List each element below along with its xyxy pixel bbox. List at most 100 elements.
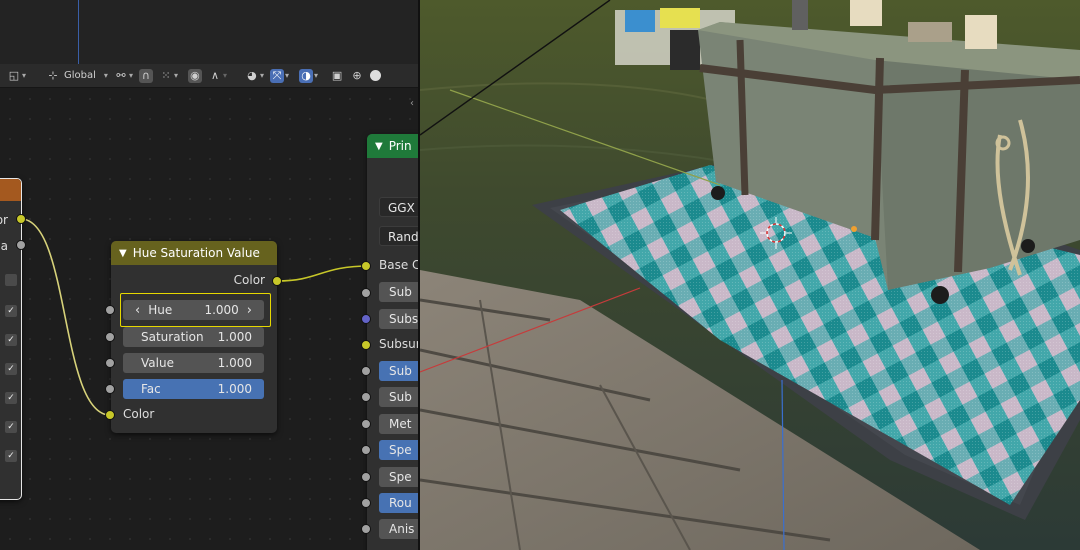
xray-icon: ▣	[331, 68, 343, 82]
subsurface-radius-input-socket[interactable]	[361, 314, 371, 324]
texture-alpha-output-socket[interactable]	[16, 240, 26, 250]
node-title: Hue Saturation Value	[132, 246, 260, 260]
subsurface-ior-field[interactable]: Sub	[379, 361, 418, 381]
roughness-field[interactable]: Rou	[379, 493, 418, 513]
region-guide-line	[78, 0, 79, 64]
hsv-value-input-socket[interactable]	[105, 358, 115, 368]
sidebar-toggle-icon[interactable]: ‹	[410, 98, 414, 109]
falloff-dropdown[interactable]: ∧ ▾	[205, 66, 230, 86]
hsv-fac-input-socket[interactable]	[105, 384, 115, 394]
visibility-dropdown[interactable]: ◕ ▾	[242, 66, 267, 86]
fac-field[interactable]: Fac 1.000	[123, 379, 264, 399]
texture-color-output-socket[interactable]	[16, 214, 26, 224]
image-texture-node[interactable]: or ha ✓ ✓ ✓ ✓ ✓ ✓	[0, 178, 22, 500]
input-color-label: Color	[123, 407, 155, 421]
collapse-chevron-icon[interactable]: ▼	[119, 248, 127, 259]
node-title: Prin	[388, 139, 412, 153]
object-origin-icon[interactable]	[851, 226, 857, 232]
base-color-label: Base C	[379, 258, 418, 272]
falloff-curve-icon: ∧	[210, 68, 219, 82]
node-option-checkbox[interactable]: ✓	[5, 334, 17, 346]
snap-grid-icon: ⁙	[161, 68, 171, 82]
subsurface-color-label: Subsur	[379, 337, 418, 351]
transform-orientation-icon: ⊹	[48, 68, 58, 82]
editor-mode-icon: ◱	[8, 68, 20, 82]
field-value: 1.000	[217, 356, 252, 370]
node-editor[interactable]: ◱ ▾ ⊹ Global ▾ ⚯ ▾ ∩ ⁙ ▾ ◉ ∧ ▾ ◕ ▾ ⤧ ▾ ◑ ▾	[0, 0, 418, 550]
transform-orientation-label: Global	[64, 70, 96, 81]
gizmo-icon: ⤧	[270, 68, 284, 83]
subsurface-radius-field[interactable]: Subsu	[379, 309, 418, 329]
shading-wire-icon: ⊕	[352, 68, 362, 82]
anisotropic-field[interactable]: Anis	[379, 519, 418, 539]
field-label: Saturation	[141, 330, 204, 344]
xray-toggle[interactable]: ▣	[327, 66, 347, 86]
specular-tint-input-socket[interactable]	[361, 472, 371, 482]
field-label: Fac	[141, 382, 161, 396]
field-label: Value	[141, 356, 174, 370]
editor-mode-dropdown[interactable]: ◱ ▾	[4, 66, 29, 86]
overlay-toggle[interactable]: ◑ ▾	[296, 66, 321, 86]
node-option-checkbox[interactable]: ✓	[5, 392, 17, 404]
saturation-field[interactable]: Saturation 1.000	[123, 327, 264, 347]
pivot-icon: ⚯	[116, 68, 126, 82]
shading-solid-button[interactable]	[367, 66, 384, 86]
hsv-color-output-socket[interactable]	[272, 276, 282, 286]
snap-toggle[interactable]: ∩	[136, 66, 156, 86]
editor-header: ◱ ▾ ⊹ Global ▾ ⚯ ▾ ∩ ⁙ ▾ ◉ ∧ ▾ ◕ ▾ ⤧ ▾ ◑ ▾	[0, 64, 418, 88]
hsv-saturation-input-socket[interactable]	[105, 332, 115, 342]
roughness-input-socket[interactable]	[361, 498, 371, 508]
specular-tint-field[interactable]: Spe	[379, 467, 418, 487]
subsurface-color-input-socket[interactable]	[361, 340, 371, 350]
field-value: 1.000	[217, 382, 252, 396]
hue-field-highlight	[120, 293, 271, 327]
collapse-chevron-icon[interactable]: ▼	[375, 141, 383, 152]
specular-field[interactable]: Spe	[379, 440, 418, 460]
hsv-hue-input-socket[interactable]	[105, 305, 115, 315]
chevron-down-icon: ▾	[259, 71, 264, 80]
output-alpha-label: ha	[0, 239, 8, 253]
overlay-icon: ◑	[299, 68, 314, 83]
anisotropic-input-socket[interactable]	[361, 524, 371, 534]
chevron-down-icon: ▾	[285, 71, 290, 80]
subsurface-anisotropy-input-socket[interactable]	[361, 392, 371, 402]
proportional-icon: ◉	[187, 68, 202, 83]
output-color-label: Color	[233, 273, 265, 287]
node-option-checkbox[interactable]: ✓	[5, 450, 17, 462]
subsurface-anisotropy-field[interactable]: Sub	[379, 387, 418, 407]
pivot-dropdown[interactable]: ⚯ ▾	[111, 66, 136, 86]
node-header[interactable]: ▼ Prin	[367, 134, 418, 158]
hsv-color-input-socket[interactable]	[105, 410, 115, 420]
subsurface-input-socket[interactable]	[361, 288, 371, 298]
specular-input-socket[interactable]	[361, 445, 371, 455]
metallic-field[interactable]: Met	[379, 414, 418, 434]
chevron-down-icon: ▾	[22, 71, 27, 80]
principled-bsdf-node[interactable]: ▼ Prin GGX Rand Base C Sub Subsu Subsur …	[367, 134, 418, 550]
field-value: 1.000	[217, 330, 252, 344]
snap-icon: ∩	[138, 68, 153, 83]
transform-orientation-dropdown[interactable]: ⊹ Global ▾	[43, 66, 111, 86]
metallic-input-socket[interactable]	[361, 419, 371, 429]
snap-target-dropdown[interactable]: ⁙ ▾	[156, 66, 181, 86]
subsurface-field[interactable]: Sub	[379, 282, 418, 302]
node-option-checkbox[interactable]	[5, 274, 17, 286]
chevron-down-icon: ▾	[103, 71, 108, 80]
node-option-checkbox[interactable]: ✓	[5, 363, 17, 375]
subsurface-method-dropdown[interactable]: Rand	[379, 226, 418, 246]
3d-viewport[interactable]	[420, 0, 1080, 550]
distribution-dropdown[interactable]: GGX	[379, 197, 418, 217]
chevron-down-icon: ▾	[128, 71, 133, 80]
subsurface-ior-input-socket[interactable]	[361, 366, 371, 376]
proportional-edit-toggle[interactable]: ◉	[185, 66, 205, 86]
hue-saturation-value-node[interactable]: ▼ Hue Saturation Value Color ‹ Hue 1.000…	[111, 241, 277, 433]
shading-wireframe-button[interactable]: ⊕	[347, 66, 367, 86]
output-color-label: or	[0, 213, 8, 227]
value-field[interactable]: Value 1.000	[123, 353, 264, 373]
base-color-input-socket[interactable]	[361, 261, 371, 271]
gizmo-toggle[interactable]: ⤧ ▾	[267, 66, 292, 86]
chevron-down-icon: ▾	[222, 71, 227, 80]
node-header[interactable]: ▼ Hue Saturation Value	[111, 241, 277, 265]
node-option-checkbox[interactable]: ✓	[5, 305, 17, 317]
node-option-checkbox[interactable]: ✓	[5, 421, 17, 433]
shading-solid-icon	[370, 70, 382, 81]
